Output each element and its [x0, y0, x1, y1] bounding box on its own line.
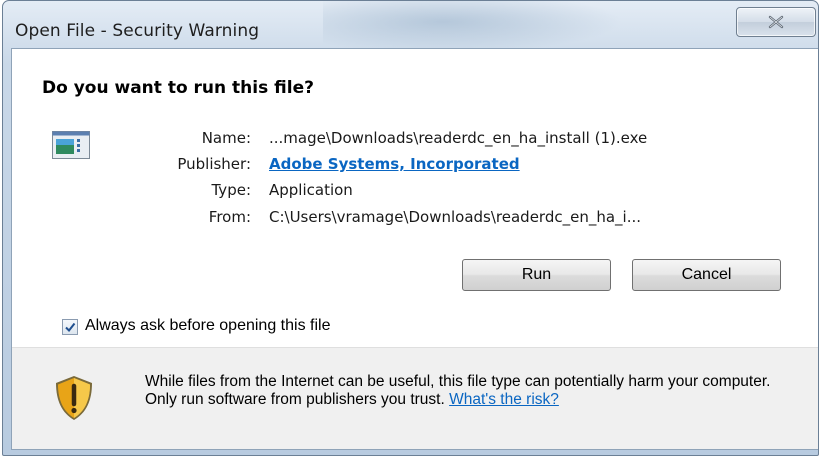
- publisher-label: Publisher:: [177, 155, 251, 173]
- security-warning-message: While files from the Internet can be use…: [145, 373, 785, 409]
- dialog-window: Open File - Security Warning Do you want…: [2, 0, 819, 456]
- publisher-link[interactable]: Adobe Systems, Incorporated: [269, 155, 520, 173]
- whats-the-risk-link[interactable]: What's the risk?: [449, 391, 559, 408]
- file-info-panel: Do you want to run this file? Name: ...m…: [12, 49, 818, 348]
- close-icon: [768, 15, 784, 29]
- field-row-from: From: C:\Users\vramage\Downloads\readerd…: [12, 208, 818, 230]
- checkmark-icon: [65, 322, 76, 333]
- field-row-publisher: Publisher: Adobe Systems, Incorporated: [12, 155, 818, 177]
- name-label: Name:: [201, 129, 251, 147]
- close-button[interactable]: [736, 7, 816, 37]
- always-ask-label[interactable]: Always ask before opening this file: [85, 317, 330, 335]
- type-label: Type:: [211, 181, 251, 199]
- field-row-name: Name: ...mage\Downloads\readerdc_en_ha_i…: [12, 129, 818, 151]
- field-row-type: Type: Application: [12, 181, 818, 203]
- run-button[interactable]: Run: [462, 259, 611, 291]
- cancel-button[interactable]: Cancel: [632, 259, 781, 291]
- title-bar[interactable]: Open File - Security Warning: [3, 1, 818, 53]
- from-value: C:\Users\vramage\Downloads\readerdc_en_h…: [269, 208, 641, 226]
- name-value: ...mage\Downloads\readerdc_en_ha_install…: [269, 129, 648, 147]
- type-value: Application: [269, 181, 353, 199]
- always-ask-checkbox[interactable]: [62, 319, 78, 335]
- window-title: Open File - Security Warning: [15, 21, 260, 41]
- dialog-heading: Do you want to run this file?: [42, 78, 314, 98]
- dialog-body: Do you want to run this file? Name: ...m…: [11, 48, 818, 450]
- from-label: From:: [208, 208, 251, 226]
- security-shield-icon: [56, 376, 92, 420]
